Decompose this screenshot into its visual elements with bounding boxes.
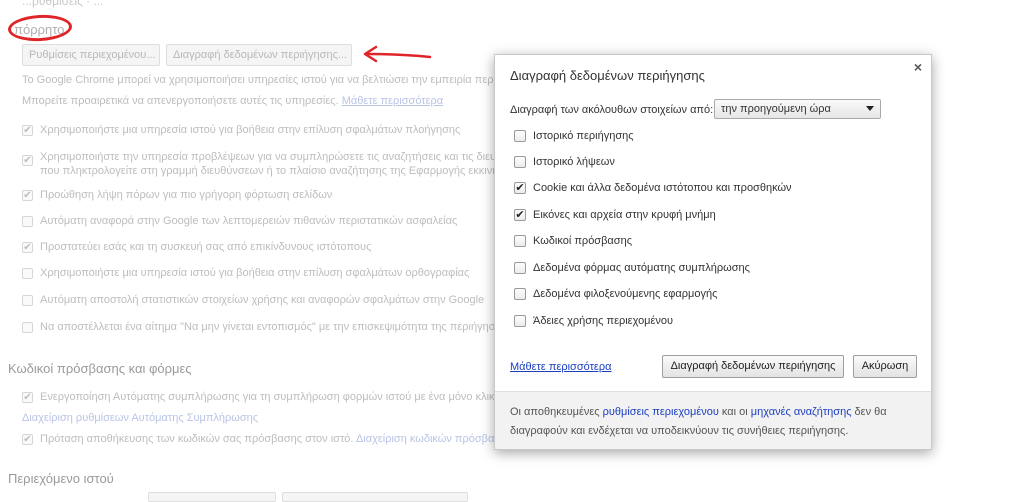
top-text-fragment: ...ρυθμίσεις · ... [22, 0, 104, 8]
checkbox-passwords[interactable] [514, 235, 526, 247]
cancel-button[interactable]: Ακύρωση [853, 355, 917, 378]
dialog-title: Διαγραφή δεδομένων περιήγησης [510, 68, 705, 83]
clear-browsing-data-dialog: Διαγραφή δεδομένων περιήγησης × Διαγραφή… [494, 54, 932, 450]
privacy-item-label-5: Χρησιμοποιήστε μια υπηρεσία ιστού για βο… [40, 267, 470, 279]
save-passwords-checkbox[interactable]: ✔ [22, 434, 33, 445]
privacy-checkbox-7[interactable] [22, 322, 33, 333]
privacy-item-label-6: Αυτόματη αποστολή στατιστικών στοιχείων … [40, 294, 485, 306]
checkbox-cached-images[interactable]: ✔ [514, 209, 526, 221]
search-engines-link[interactable]: μηχανές αναζήτησης [751, 406, 852, 418]
privacy-checkbox-0[interactable]: ✔ [22, 125, 33, 136]
privacy-item-label-4: Προστατεύει εσάς και τη συσκευή σας από … [40, 241, 372, 253]
autofill-settings-link[interactable]: Διαχείριση ρυθμίσεων Αυτόματης Συμπλήρωσ… [22, 412, 258, 424]
web-content-button-partial[interactable] [282, 492, 468, 502]
checkbox-content-licenses[interactable] [514, 315, 526, 327]
privacy-intro-line2: Μπορείτε προαιρετικά να απενεργοποιήσετε… [22, 95, 443, 107]
privacy-checkbox-2[interactable]: ✔ [22, 190, 33, 201]
checkmark-icon: ✔ [515, 209, 525, 221]
privacy-learn-more-link[interactable]: Μάθετε περισσότερα [342, 95, 443, 107]
save-passwords-row: Πρόταση αποθήκευσης των κωδικών σας πρόσ… [40, 433, 494, 445]
option-label: Κωδικοί πρόσβασης [533, 235, 632, 247]
content-settings-link[interactable]: ρυθμίσεις περιεχομένου [603, 406, 719, 418]
font-settings-button-partial[interactable] [148, 492, 276, 502]
checkbox-browsing-history[interactable] [514, 130, 526, 142]
clear-browsing-data-confirm-button[interactable]: Διαγραφή δεδομένων περιήγησης [662, 355, 844, 378]
clear-browsing-data-button[interactable]: Διαγραφή δεδομένων περιήγησης... [166, 44, 352, 66]
privacy-item-label-1-line2: που πληκτρολογείτε στη γραμμή διευθύνσεω… [40, 165, 499, 177]
footer-note: Οι αποθηκευμένες ρυθμίσεις περιεχομένου … [510, 406, 887, 437]
content-settings-button[interactable]: Ρυθμίσεις περιεχομένου... [22, 44, 160, 66]
annotation-arrow [363, 45, 432, 63]
privacy-intro-line1: Το Google Chrome μπορεί να χρησιμοποιήσε… [22, 74, 508, 86]
checkbox-autofill-data[interactable] [514, 262, 526, 274]
privacy-checkbox-3[interactable] [22, 216, 33, 227]
learn-more-link[interactable]: Μάθετε περισσότερα [510, 361, 611, 373]
option-label: Δεδομένα φόρμας αυτόματης συμπλήρωσης [533, 262, 750, 274]
privacy-checkbox-4[interactable]: ✔ [22, 242, 33, 253]
privacy-item-label-1: Χρησιμοποιήστε την υπηρεσία προβλέψεων γ… [40, 151, 503, 163]
save-passwords-label: Πρόταση αποθήκευσης των κωδικών σας πρόσ… [40, 433, 354, 445]
privacy-item-label-0: Χρησιμοποιήστε μια υπηρεσία ιστού για βο… [40, 124, 461, 136]
option-label: Δεδομένα φιλοξενούμενης εφαρμογής [533, 288, 718, 300]
checkmark-icon: ✔ [515, 182, 525, 194]
privacy-checkbox-1[interactable]: ✔ [22, 155, 33, 166]
time-range-value: την προηγούμενη ώρα [721, 103, 831, 115]
privacy-item-label-2: Προώθηση λήψη πόρων για πιο γρήγορη φόρτ… [40, 189, 333, 201]
option-label: Εικόνες και αρχεία στην κρυφή μνήμη [533, 209, 716, 221]
checkbox-download-history[interactable] [514, 156, 526, 168]
privacy-checkbox-6[interactable] [22, 295, 33, 306]
privacy-checkbox-5[interactable] [22, 268, 33, 279]
option-label: Cookie και άλλα δεδομένα ιστότοπου και π… [533, 182, 792, 194]
option-label: Ιστορικό περιήγησης [533, 130, 634, 142]
autofill-label: Ενεργοποίηση Αυτόματης συμπλήρωσης για τ… [40, 391, 498, 403]
dropdown-arrow-icon [866, 106, 874, 111]
autofill-checkbox[interactable]: ✔ [22, 392, 33, 403]
option-label: Ιστορικό λήψεων [533, 156, 615, 168]
manage-passwords-link[interactable]: Διαχείριση κωδικών πρόσβα [356, 433, 494, 445]
checkbox-cookies[interactable]: ✔ [514, 182, 526, 194]
dialog-footer: Οι αποθηκευμένες ρυθμίσεις περιεχομένου … [495, 391, 931, 449]
time-range-select[interactable]: την προηγούμενη ώρα [714, 99, 881, 119]
checkbox-hosted-app-data[interactable] [514, 288, 526, 300]
privacy-item-label-3: Αυτόματη αναφορά στην Google των λεπτομε… [40, 215, 458, 227]
close-icon[interactable]: × [914, 59, 922, 75]
time-range-label: Διαγραφή των ακόλουθων στοιχείων από: [510, 104, 714, 116]
annotation-circle [7, 13, 73, 43]
privacy-item-label-7: Να αποστέλλεται ένα αίτημα "Να μην γίνετ… [40, 321, 496, 333]
privacy-intro-text: Μπορείτε προαιρετικά να απενεργοποιήσετε… [22, 95, 339, 107]
option-label: Άδειες χρήσης περιεχομένου [533, 315, 674, 327]
web-content-section-title: Περιεχόμενο ιστού [8, 471, 114, 486]
passwords-section-title: Κωδικοί πρόσβασης και φόρμες [8, 361, 192, 376]
